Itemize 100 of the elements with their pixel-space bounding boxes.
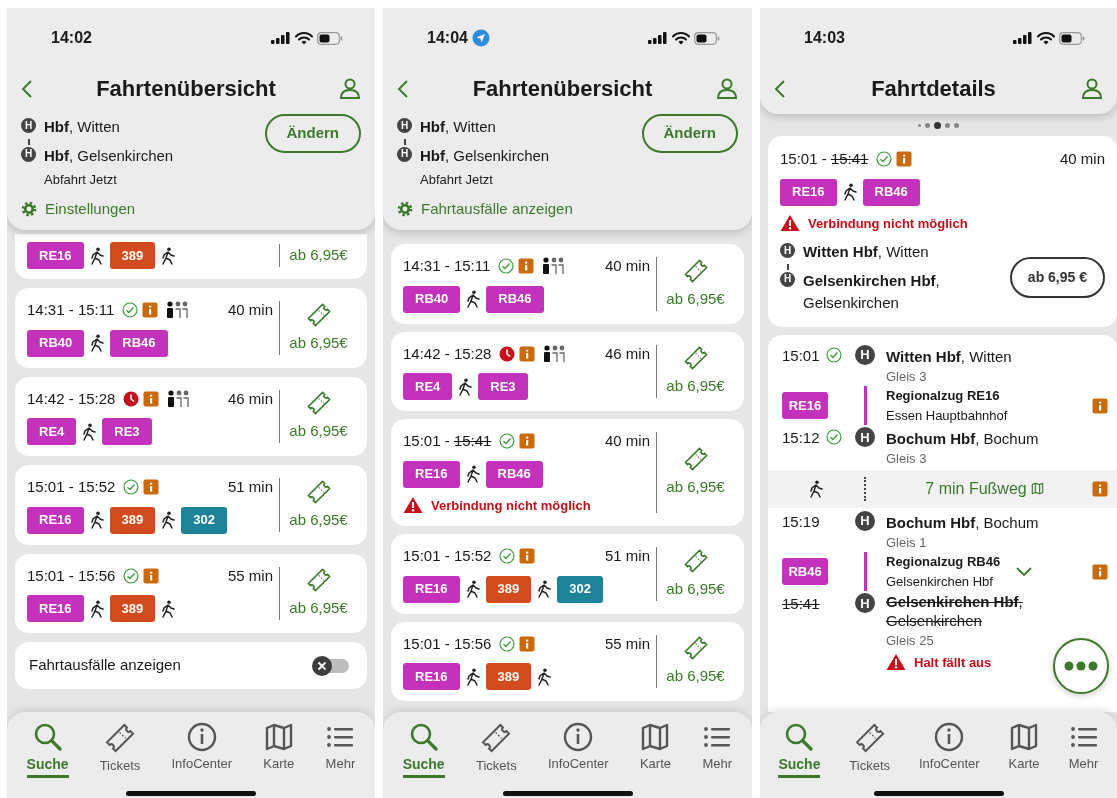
info-icon[interactable] <box>1092 397 1108 414</box>
price-button[interactable]: ab 6,95 € <box>1009 257 1105 299</box>
direction-text: Essen Hauptbahnhof <box>886 406 1008 425</box>
page-dot[interactable] <box>918 123 921 127</box>
nav-tab[interactable]: Mehr <box>1066 722 1101 780</box>
info-icon[interactable] <box>519 548 536 565</box>
search-icon[interactable] <box>784 722 815 752</box>
train-name: Regionalzug RE16 <box>886 387 1001 406</box>
nav-tab[interactable]: Suche <box>776 722 823 780</box>
page-dot[interactable] <box>934 121 941 129</box>
page-dot[interactable] <box>945 122 950 128</box>
back-icon[interactable] <box>774 79 786 99</box>
nav-tab[interactable]: Karte <box>1006 722 1042 780</box>
info-icon[interactable] <box>896 151 913 168</box>
duration-text: 46 min <box>227 388 273 409</box>
price-text: ab 6,95€ <box>289 332 348 353</box>
line-badge: RE4 <box>403 373 453 400</box>
screen-title: Fahrtenübersicht <box>472 75 653 103</box>
chevron-down-icon[interactable] <box>1016 566 1033 577</box>
info-icon[interactable] <box>518 258 535 275</box>
more-icon[interactable] <box>1064 661 1098 671</box>
duration-text: 40 min <box>227 300 273 320</box>
price-text: ab 6,95€ <box>289 509 348 530</box>
info-icon[interactable] <box>519 635 536 652</box>
signal-icon <box>648 32 668 44</box>
connection-card[interactable]: 15:01 - 15:56 55 min RE16 389 ab 6,95€ <box>391 621 744 701</box>
connection-card[interactable]: 15:01 - 15:52 51 min RE16 389 302 ab 6,95€ <box>391 534 744 614</box>
toggle-switch[interactable] <box>311 654 351 677</box>
walking-person-icon <box>161 599 176 618</box>
connection-card[interactable]: 15:01 - 15:52 51 min RE16 389 302 ab 6,95€ <box>15 465 367 545</box>
connection-card[interactable]: 14:42 - 15:28 46 min RE4 RE3 ab 6,95€ <box>391 331 744 411</box>
train-name: Regionalzug RB46 <box>886 553 1001 572</box>
page-dot[interactable] <box>954 122 959 128</box>
header-link[interactable]: Einstellungen <box>45 197 136 220</box>
search-icon[interactable] <box>408 722 439 752</box>
settings-icon[interactable] <box>21 200 37 217</box>
connection-card[interactable]: 14:42 - 15:28 46 min RE4 RE3 ab 6,95€ <box>15 376 367 456</box>
direction-text: Gelsenkirchen Hbf <box>886 572 994 591</box>
ticket-icon <box>682 257 709 284</box>
nav-tab[interactable]: Mehr <box>323 722 358 780</box>
stop-symbol: H <box>21 118 36 133</box>
nav-tab[interactable]: InfoCenter <box>169 722 235 780</box>
info-icon[interactable] <box>143 390 160 407</box>
connection-card[interactable]: RE16 389 ab 6,95€ <box>15 234 367 279</box>
nav-tab[interactable]: Karte <box>261 722 297 780</box>
map-icon[interactable] <box>263 722 294 752</box>
info-icon[interactable] <box>143 567 160 584</box>
profile-icon[interactable] <box>339 78 361 100</box>
info-icon[interactable] <box>1092 563 1108 580</box>
header-link[interactable]: Fahrtausfälle anzeigen <box>421 197 573 220</box>
nav-tab[interactable]: InfoCenter <box>916 722 982 780</box>
stop-name: Bochum Hbf, Bochum <box>886 430 1039 449</box>
change-button[interactable]: Ändern <box>264 114 361 153</box>
walking-person-icon <box>465 580 480 598</box>
map-icon[interactable] <box>1009 722 1040 752</box>
nav-tab[interactable]: Karte <box>637 722 674 780</box>
info-circle-icon[interactable] <box>934 722 965 752</box>
settings-icon[interactable] <box>397 200 413 217</box>
connection-card[interactable]: 14:31 - 15:11 40 min RB40 RB46 ab 6,95€ <box>391 244 744 324</box>
duration-text: 40 min <box>604 431 650 451</box>
connection-card[interactable]: 14:31 - 15:11 40 min RB40 RB46 ab 6,95€ <box>15 288 367 368</box>
wifi-icon <box>672 31 690 45</box>
walking-person-icon <box>89 599 104 618</box>
nav-tab[interactable]: InfoCenter <box>545 722 611 780</box>
duration-text: 51 min <box>604 546 650 566</box>
price-text: ab 6,95€ <box>289 421 348 441</box>
nav-tab[interactable]: Tickets <box>473 722 519 780</box>
connection-card[interactable]: 15:01 - 15:41 40 min RE16 RB46 Verbindung nicht möglich ab 6,95€ <box>391 419 744 526</box>
connection-card[interactable]: 15:01 - 15:56 55 min RE16 389 ab 6,95€ <box>15 553 367 633</box>
map-icon[interactable] <box>1030 482 1044 496</box>
nav-tab[interactable]: Mehr <box>700 722 735 780</box>
nav-tab[interactable]: Tickets <box>97 722 143 780</box>
profile-icon[interactable] <box>1081 78 1103 100</box>
info-icon[interactable] <box>519 345 536 362</box>
back-icon[interactable] <box>21 79 33 99</box>
ticket-icon[interactable] <box>104 722 136 754</box>
departure-time-text: Abfahrt Jetzt <box>419 171 494 189</box>
info-icon[interactable] <box>142 302 159 319</box>
line-badge: RE16 <box>780 178 837 206</box>
stop-symbol: H <box>780 271 795 287</box>
nav-tab[interactable]: Suche <box>400 722 447 780</box>
stop-symbol: H <box>780 243 795 258</box>
page-dot[interactable] <box>925 122 930 128</box>
ticket-icon[interactable] <box>480 722 513 754</box>
info-icon[interactable] <box>519 433 536 450</box>
line-badge: 389 <box>109 595 156 622</box>
map-icon[interactable] <box>640 722 671 752</box>
nav-tab[interactable]: Tickets <box>847 722 893 780</box>
search-icon[interactable] <box>32 722 63 752</box>
nav-tab[interactable]: Suche <box>24 722 71 780</box>
change-button[interactable]: Ändern <box>641 114 738 153</box>
ticket-icon[interactable] <box>853 722 886 754</box>
info-icon[interactable] <box>143 479 160 496</box>
info-circle-icon[interactable] <box>186 722 217 752</box>
battery-icon <box>317 31 343 45</box>
info-icon[interactable] <box>1092 480 1108 497</box>
back-icon[interactable] <box>397 79 409 99</box>
info-circle-icon[interactable] <box>563 722 594 752</box>
warning-icon <box>886 653 906 672</box>
profile-icon[interactable] <box>716 78 738 100</box>
